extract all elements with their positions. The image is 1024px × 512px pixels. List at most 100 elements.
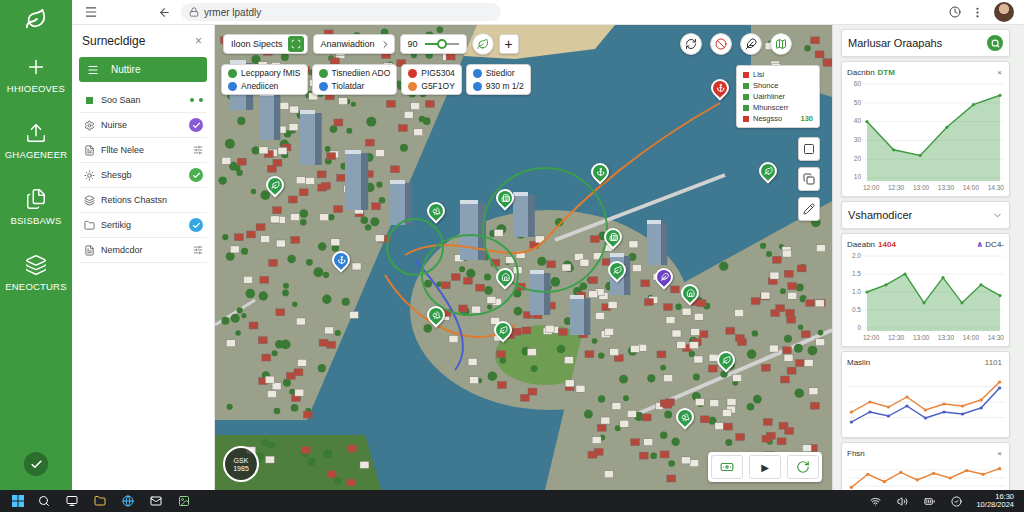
filter-chips: Lecppaory fMISAnediicenTisnediien ADOTio…: [221, 64, 531, 95]
close-button[interactable]: ×: [193, 34, 204, 48]
section-card[interactable]: Vshamodicer: [841, 201, 1010, 229]
logo[interactable]: [23, 6, 49, 32]
search-button[interactable]: [987, 35, 1003, 51]
building: [528, 388, 537, 395]
sidebar-item[interactable]: ENEOCTURS: [5, 254, 66, 292]
map-pin[interactable]: [716, 351, 736, 375]
menu-icon[interactable]: [84, 5, 98, 19]
building: [230, 246, 239, 253]
building: [276, 240, 285, 247]
pin-icon: [501, 194, 510, 203]
primary-button[interactable]: Nuttire: [79, 57, 207, 82]
battery-icon[interactable]: [924, 496, 935, 507]
folder-icon[interactable]: [94, 495, 106, 507]
map-pin[interactable]: [426, 306, 446, 330]
data-point: [868, 400, 872, 403]
map-pin[interactable]: [603, 228, 623, 252]
map-pin[interactable]: [495, 268, 515, 292]
item-icon: [83, 245, 95, 256]
filter-chip[interactable]: Stiedior930 m 1/2: [466, 64, 531, 95]
cost-button[interactable]: [711, 455, 743, 479]
map-pin[interactable]: [758, 162, 778, 186]
row-actions[interactable]: [193, 145, 203, 155]
building: [810, 402, 819, 409]
photos-icon[interactable]: [178, 495, 190, 507]
map-pin[interactable]: [675, 408, 695, 432]
pin-marker: [600, 224, 625, 249]
map-pin[interactable]: [590, 163, 610, 187]
zoom-slider[interactable]: [425, 43, 459, 45]
map-button[interactable]: [770, 33, 792, 55]
wifi-icon[interactable]: [870, 496, 881, 507]
scan-button[interactable]: [288, 36, 304, 52]
add-button[interactable]: +: [499, 34, 519, 54]
more-icon[interactable]: [971, 6, 984, 19]
leaf-button[interactable]: [472, 33, 494, 55]
chart-action[interactable]: ×: [995, 68, 1004, 77]
task-view-icon[interactable]: [66, 495, 78, 507]
legend-swatch: [743, 72, 749, 78]
select-tool[interactable]: [798, 137, 820, 161]
chart-action[interactable]: ×: [995, 449, 1004, 458]
refresh-button[interactable]: [680, 33, 702, 55]
row-actions[interactable]: [193, 245, 203, 255]
zoom-pill[interactable]: 90: [400, 34, 467, 54]
map-pin[interactable]: [493, 321, 513, 345]
map-pin[interactable]: [426, 202, 446, 226]
clock-icon[interactable]: [949, 6, 961, 18]
back-arrow-icon[interactable]: [158, 6, 171, 19]
item-label: Soo Saan: [101, 95, 141, 105]
filter-chip[interactable]: Lecppaory fMISAnediicen: [221, 64, 308, 95]
map-pin[interactable]: [265, 176, 285, 200]
item-icon: [83, 97, 95, 104]
map-pin[interactable]: [495, 189, 515, 213]
block-button[interactable]: [710, 33, 732, 55]
slider-knob[interactable]: [437, 39, 447, 49]
panel-item[interactable]: Fllte Nelee: [79, 138, 207, 163]
sliders-icon[interactable]: [193, 145, 203, 155]
browser-icon[interactable]: [122, 495, 134, 507]
filter-chip[interactable]: Tisnediien ADOTiolatdar: [312, 64, 398, 95]
draw-tool[interactable]: [798, 197, 820, 221]
map-pin[interactable]: [680, 284, 700, 308]
status-check[interactable]: [24, 452, 48, 476]
sidebar-item[interactable]: HHIOEOVES: [7, 56, 65, 94]
avatar[interactable]: [994, 2, 1014, 22]
tree: [725, 439, 732, 446]
map-pin[interactable]: [331, 251, 351, 275]
layer-pill[interactable]: Ananwiadtion: [313, 34, 395, 54]
sidebar-item[interactable]: GHAGENEER: [5, 122, 68, 160]
panel-item[interactable]: Shesgb: [79, 163, 207, 188]
pin-marker: [707, 75, 732, 100]
play-button[interactable]: ▶: [749, 455, 781, 479]
map-pin[interactable]: [654, 268, 674, 292]
feather-button[interactable]: [740, 33, 762, 55]
volume-icon[interactable]: [897, 496, 908, 507]
panel-item[interactable]: Nuirse: [79, 113, 207, 138]
panel-item[interactable]: Retions Chastsn: [79, 188, 207, 213]
status-icon[interactable]: [951, 496, 962, 507]
sliders-icon[interactable]: [193, 245, 203, 255]
windows-logo-icon[interactable]: [12, 495, 24, 507]
tree: [342, 298, 350, 306]
panel-item[interactable]: Sertikig: [79, 213, 207, 238]
panel-item[interactable]: Nemdcdor: [79, 238, 207, 263]
search-icon[interactable]: [38, 495, 50, 507]
badge-bottom: 1985: [233, 465, 249, 472]
sidebar-item[interactable]: BSISBAWS: [11, 188, 62, 226]
url-field[interactable]: yrmer lpatdly: [181, 3, 501, 21]
building: [375, 235, 384, 242]
clock[interactable]: 16:3010/28/2024: [976, 493, 1014, 510]
map-pin[interactable]: [607, 261, 627, 285]
reset-button[interactable]: [787, 455, 819, 479]
leaf-logo-icon[interactable]: [25, 8, 47, 30]
chart-action[interactable]: 1101: [983, 358, 1004, 367]
map[interactable]: Iloon SipectsAnanwiadtion90 + Lecppaory fM…: [215, 25, 832, 490]
copy-tool[interactable]: [798, 167, 820, 191]
y-axis: 605040302010: [847, 81, 861, 181]
search-pill[interactable]: Iloon Sipects: [223, 34, 308, 54]
panel-item[interactable]: Soo Saan: [79, 88, 207, 113]
map-pin[interactable]: [710, 79, 730, 103]
mail-icon[interactable]: [150, 495, 162, 507]
filter-chip[interactable]: PIG5304G5F1OY: [401, 64, 462, 95]
